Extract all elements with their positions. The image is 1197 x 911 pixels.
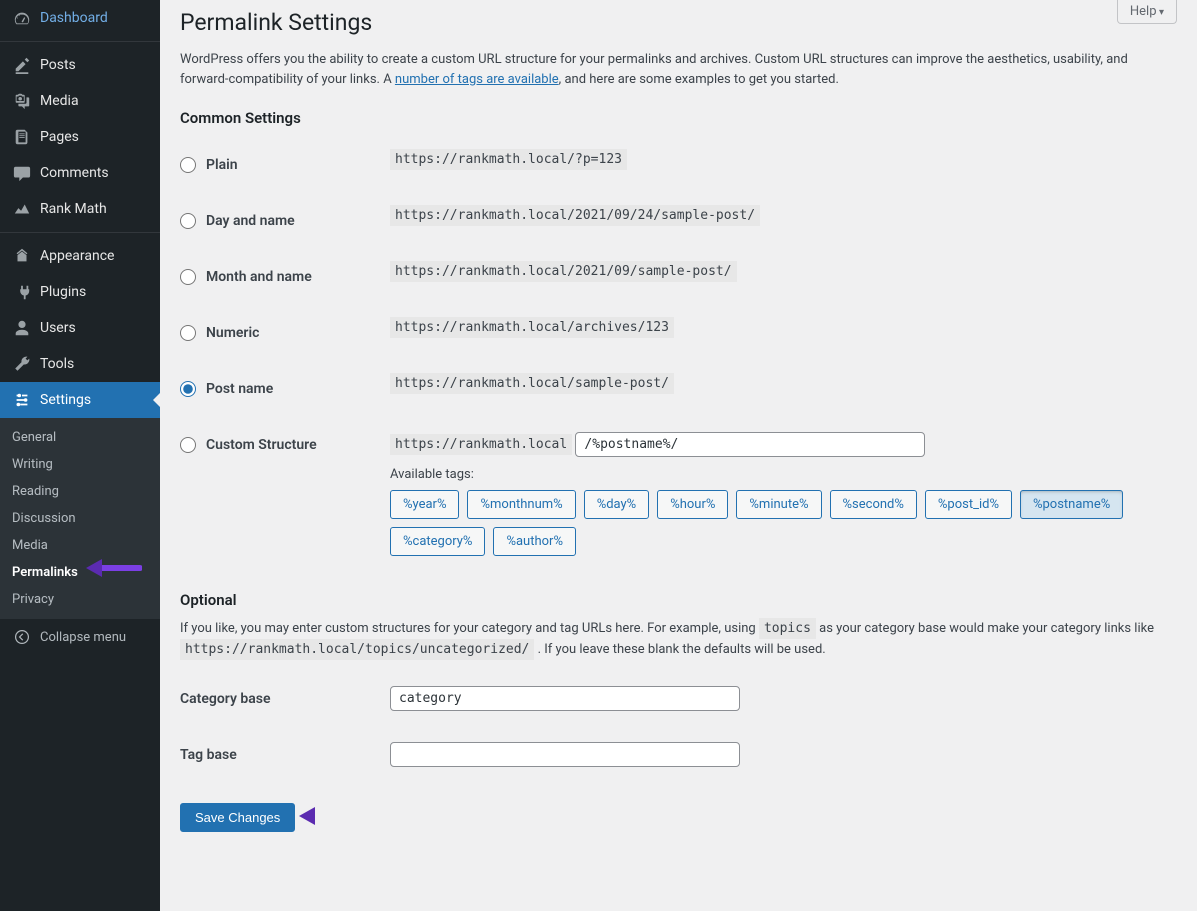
sidebar-item-label: Rank Math [40, 200, 107, 218]
tag-base-input[interactable] [390, 742, 740, 767]
permalink-options-table: Plain https://rankmath.local/?p=123 Day a… [180, 137, 1177, 571]
submenu-item-writing[interactable]: Writing [0, 451, 160, 478]
pages-icon [12, 127, 32, 147]
permalink-example: https://rankmath.local/?p=123 [390, 149, 627, 170]
callout-arrow-icon [82, 556, 142, 584]
tag-button[interactable]: %post_id% [925, 490, 1012, 519]
sidebar-item-posts[interactable]: Posts [0, 47, 160, 83]
submenu-item-media[interactable]: Media [0, 532, 160, 559]
optional-table: Category base Tag base [180, 671, 1177, 783]
permalink-option-label: Month and name [206, 269, 312, 285]
tag-button[interactable]: %category% [390, 527, 485, 556]
category-base-input[interactable] [390, 686, 740, 711]
intro-text: WordPress offers you the ability to crea… [180, 50, 1160, 89]
custom-structure-input[interactable] [575, 432, 925, 457]
users-icon [12, 318, 32, 338]
tools-icon [12, 354, 32, 374]
sidebar-item-label: Tools [40, 355, 74, 373]
submenu-item-reading[interactable]: Reading [0, 478, 160, 505]
permalink-option-label: Day and name [206, 213, 295, 229]
submenu-item-privacy[interactable]: Privacy [0, 586, 160, 613]
common-settings-heading: Common Settings [180, 109, 1177, 127]
plugins-icon [12, 282, 32, 302]
collapse-menu-button[interactable]: Collapse menu [0, 619, 160, 655]
sidebar-item-label: Comments [40, 164, 109, 182]
admin-sidebar: Dashboard Posts Media Pages Comments Rank Mat… [0, 0, 160, 911]
permalink-option-label: Plain [206, 157, 238, 173]
tag-button[interactable]: %postname% [1020, 490, 1123, 519]
tags-docs-link[interactable]: number of tags are available [395, 72, 559, 87]
save-button[interactable]: Save Changes [180, 803, 295, 832]
sidebar-item-tools[interactable]: Tools [0, 346, 160, 382]
optional-description: If you like, you may enter custom struct… [180, 619, 1160, 661]
permalink-radio-custom[interactable] [180, 437, 196, 453]
sidebar-item-label: Media [40, 92, 79, 110]
comments-icon [12, 163, 32, 183]
sidebar-item-rank-math[interactable]: Rank Math [0, 191, 160, 227]
settings-icon [12, 390, 32, 410]
submenu-item-permalinks[interactable]: Permalinks [0, 559, 160, 586]
permalink-option-label: Custom Structure [206, 437, 317, 453]
permalink-option-row: Numeric https://rankmath.local/archives/1… [180, 305, 1177, 361]
collapse-icon [12, 627, 32, 647]
tag-button[interactable]: %second% [830, 490, 917, 519]
help-button[interactable]: Help [1117, 0, 1177, 24]
permalink-option-label: Numeric [206, 325, 259, 341]
sidebar-item-label: Settings [40, 391, 91, 409]
tag-button[interactable]: %hour% [657, 490, 728, 519]
tag-base-label: Tag base [180, 727, 380, 783]
tag-button[interactable]: %monthnum% [467, 490, 575, 519]
tag-button[interactable]: %minute% [736, 490, 821, 519]
media-icon [12, 91, 32, 111]
permalink-option-row: Custom Structure https://rankmath.local A… [180, 417, 1177, 571]
sidebar-item-label: Posts [40, 56, 76, 74]
sidebar-item-dashboard[interactable]: Dashboard [0, 0, 160, 36]
permalink-option-row: Day and name https://rankmath.local/2021/… [180, 193, 1177, 249]
optional-heading: Optional [180, 591, 1177, 609]
permalink-option-row: Month and name https://rankmath.local/202… [180, 249, 1177, 305]
sidebar-item-comments[interactable]: Comments [0, 155, 160, 191]
permalink-radio-post-name[interactable] [180, 381, 196, 397]
sidebar-item-label: Plugins [40, 283, 86, 301]
appearance-icon [12, 246, 32, 266]
sidebar-item-label: Pages [40, 128, 79, 146]
main-content: Help Permalink Settings WordPress offers… [160, 0, 1197, 911]
permalink-example: https://rankmath.local/2021/09/sample-po… [390, 261, 737, 282]
permalink-radio-numeric[interactable] [180, 325, 196, 341]
permalink-radio-day-and-name[interactable] [180, 213, 196, 229]
permalink-example: https://rankmath.local/2021/09/24/sample… [390, 205, 760, 226]
available-tags-label: Available tags: [390, 467, 1167, 482]
sidebar-item-label: Users [40, 319, 76, 337]
tags-container: %year% %monthnum% %day%%hour% %minute% %seco… [390, 490, 1167, 556]
category-base-label: Category base [180, 671, 380, 727]
page-title: Permalink Settings [180, 0, 1177, 40]
posts-icon [12, 55, 32, 75]
tag-button[interactable]: %year% [390, 490, 459, 519]
callout-arrow-icon [295, 804, 355, 832]
permalink-option-row: Post name https://rankmath.local/sample-p… [180, 361, 1177, 417]
submenu-item-general[interactable]: General [0, 424, 160, 451]
sidebar-item-settings[interactable]: Settings [0, 382, 160, 418]
permalink-example: https://rankmath.local/sample-post/ [390, 373, 674, 394]
settings-submenu: GeneralWritingReadingDiscussionMediaPerm… [0, 418, 160, 619]
sidebar-item-pages[interactable]: Pages [0, 119, 160, 155]
permalink-radio-plain[interactable] [180, 157, 196, 173]
sidebar-item-appearance[interactable]: Appearance [0, 238, 160, 274]
sidebar-item-users[interactable]: Users [0, 310, 160, 346]
dashboard-icon [12, 8, 32, 28]
sidebar-item-media[interactable]: Media [0, 83, 160, 119]
collapse-label: Collapse menu [40, 630, 126, 645]
tag-button[interactable]: %author% [493, 527, 576, 556]
sidebar-item-plugins[interactable]: Plugins [0, 274, 160, 310]
custom-prefix: https://rankmath.local [390, 434, 572, 455]
permalink-radio-month-and-name[interactable] [180, 269, 196, 285]
permalink-option-label: Post name [206, 381, 273, 397]
tag-button[interactable]: %day% [584, 490, 650, 519]
rankmath-icon [12, 199, 32, 219]
sidebar-item-label: Appearance [40, 247, 114, 265]
sidebar-item-label: Dashboard [40, 9, 108, 27]
permalink-option-row: Plain https://rankmath.local/?p=123 [180, 137, 1177, 193]
permalink-example: https://rankmath.local/archives/123 [390, 317, 674, 338]
submenu-item-discussion[interactable]: Discussion [0, 505, 160, 532]
